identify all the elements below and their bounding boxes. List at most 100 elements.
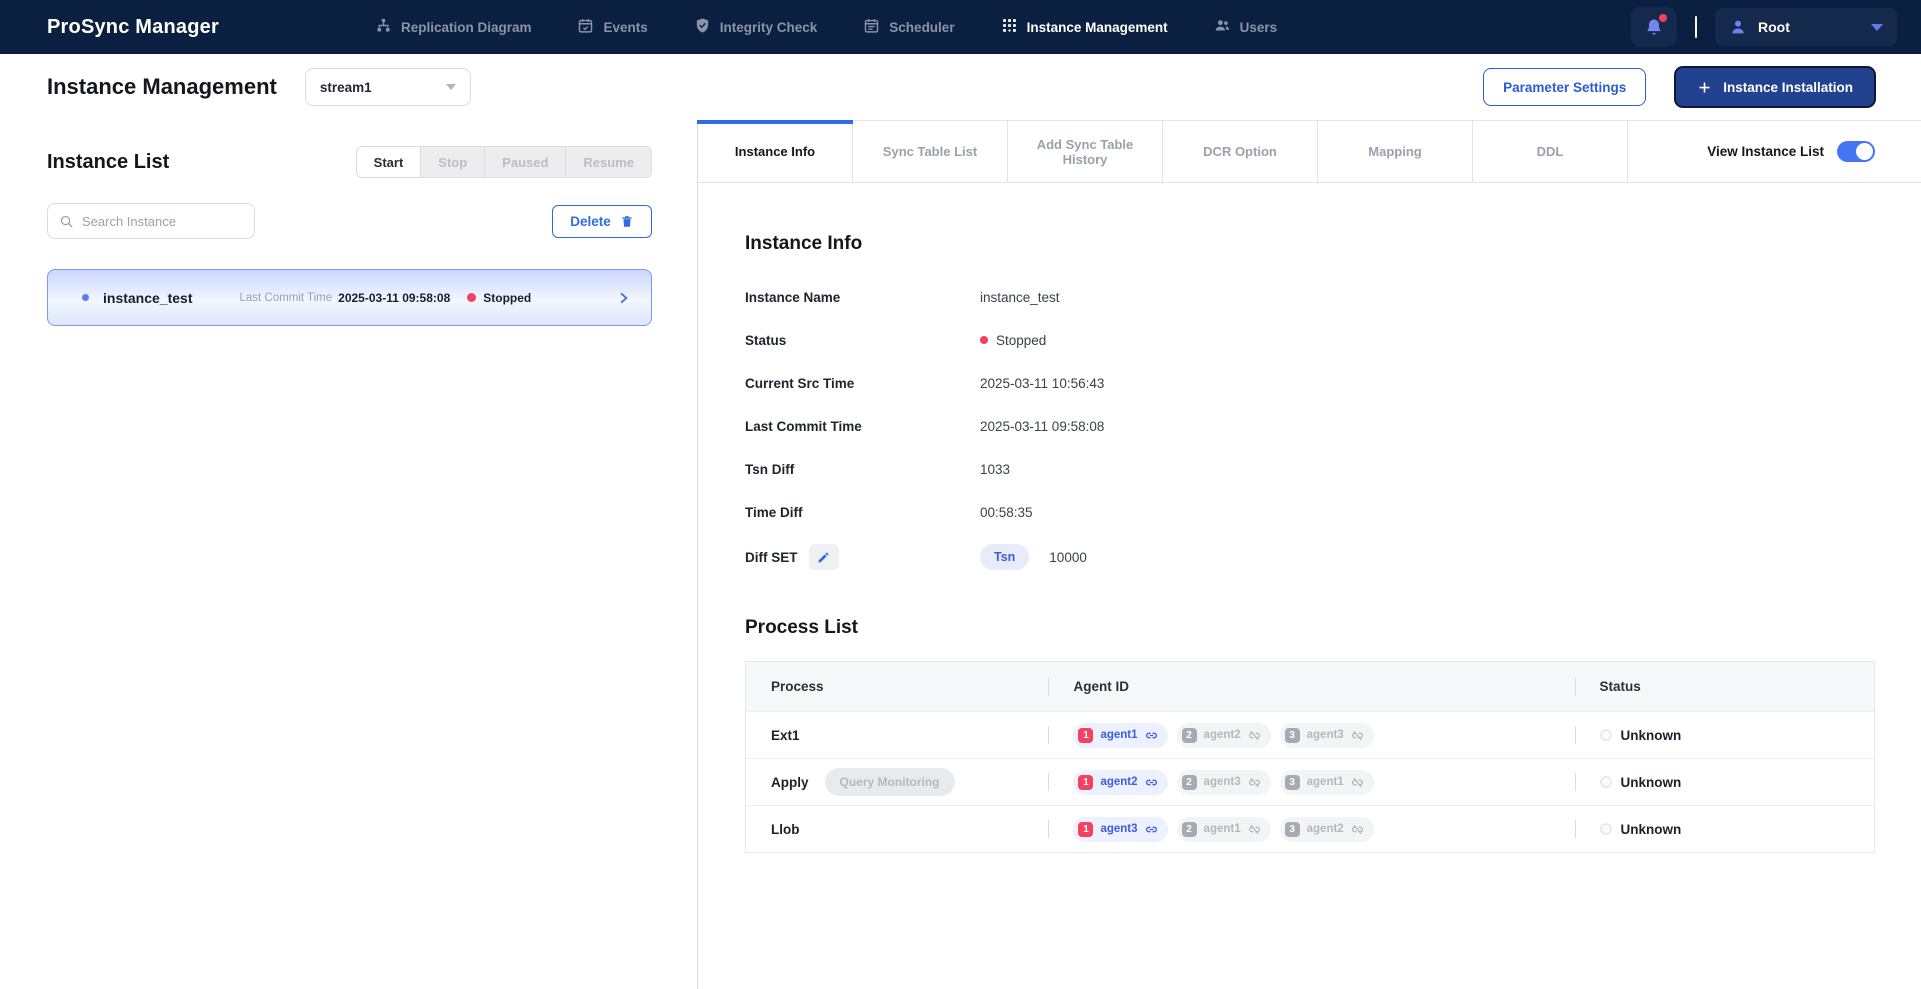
table-row: Llob 1 agent3 2 agent1: [746, 805, 1874, 852]
agent-badge[interactable]: 3 agent3: [1280, 723, 1374, 748]
agent-badge[interactable]: 1 agent3: [1073, 817, 1167, 842]
user-menu[interactable]: Root: [1715, 8, 1897, 46]
view-instance-list-toggle[interactable]: [1837, 141, 1875, 162]
process-status: Unknown: [1621, 822, 1682, 837]
stream-select[interactable]: stream1: [305, 68, 471, 106]
tab-instance-info[interactable]: Instance Info: [698, 121, 853, 182]
calendar-lines-icon: [863, 17, 880, 37]
query-monitoring-button[interactable]: Query Monitoring: [825, 768, 955, 796]
agent-badge[interactable]: 1 agent2: [1073, 770, 1167, 795]
column-header-agent-id: Agent ID: [1073, 679, 1129, 694]
status-dot-icon: [467, 293, 476, 302]
process-list-title: Process List: [745, 617, 1875, 639]
link-off-icon: [1351, 729, 1364, 742]
app-logo: ProSync Manager: [47, 16, 219, 39]
agent-name: agent3: [1204, 776, 1241, 788]
instance-info-title: Instance Info: [745, 233, 1875, 255]
delete-label: Delete: [570, 214, 611, 229]
field-value: 2025-03-11 09:58:08: [980, 419, 1104, 434]
link-off-icon: [1248, 776, 1261, 789]
nav-item-replication-diagram[interactable]: Replication Diagram: [375, 17, 532, 37]
navbar-divider: [1695, 16, 1697, 38]
tab-dcr-option[interactable]: DCR Option: [1163, 121, 1318, 182]
instance-list-panel: Instance List Start Stop Paused Resume D…: [0, 120, 697, 989]
link-icon: [1145, 823, 1158, 836]
top-navbar: ProSync Manager Replication Diagram Even…: [0, 0, 1921, 54]
tab-sync-table-list[interactable]: Sync Table List: [853, 121, 1008, 182]
tab-ddl[interactable]: DDL: [1473, 121, 1628, 182]
paused-button[interactable]: Paused: [485, 146, 566, 178]
nav-item-scheduler[interactable]: Scheduler: [863, 17, 954, 37]
nav-label: Integrity Check: [720, 20, 818, 35]
delete-button[interactable]: Delete: [552, 205, 652, 238]
field-instance-name: Instance Name instance_test: [745, 286, 1875, 308]
page-header: Instance Management stream1 Parameter Se…: [0, 54, 1921, 120]
view-instance-list-label: View Instance List: [1707, 144, 1824, 159]
chevron-right-icon[interactable]: [615, 290, 631, 306]
field-label: Last Commit Time: [745, 419, 980, 434]
search-box: [47, 203, 255, 239]
parameter-settings-button[interactable]: Parameter Settings: [1483, 68, 1646, 106]
resume-button[interactable]: Resume: [566, 146, 652, 178]
process-name: Llob: [771, 822, 800, 837]
nav-label: Scheduler: [889, 20, 954, 35]
field-label: Instance Name: [745, 290, 980, 305]
nav-label: Instance Management: [1027, 20, 1168, 35]
column-header-status: Status: [1600, 679, 1641, 694]
chevron-down-icon: [446, 84, 456, 90]
tab-add-sync-table-history[interactable]: Add Sync Table History: [1008, 121, 1163, 182]
agent-order: 2: [1182, 775, 1197, 790]
instance-list-item[interactable]: instance_test Last Commit Time 2025-03-1…: [47, 269, 652, 326]
hierarchy-icon: [375, 17, 392, 37]
tab-strip: Instance Info Sync Table List Add Sync T…: [698, 120, 1921, 183]
field-label: Current Src Time: [745, 376, 980, 391]
instance-name: instance_test: [103, 290, 192, 306]
nav-item-integrity-check[interactable]: Integrity Check: [694, 17, 818, 37]
notifications-button[interactable]: [1631, 7, 1677, 47]
edit-diff-set-button[interactable]: [809, 544, 839, 570]
start-button[interactable]: Start: [356, 146, 422, 178]
instance-installation-button[interactable]: Instance Installation: [1674, 66, 1876, 108]
agent-badge[interactable]: 3 agent2: [1280, 817, 1374, 842]
nav-label: Replication Diagram: [401, 20, 532, 35]
process-list-section: Process List Process Agent ID Status Ext…: [745, 617, 1875, 853]
instance-installation-label: Instance Installation: [1723, 80, 1853, 95]
link-off-icon: [1351, 776, 1364, 789]
nav-item-users[interactable]: Users: [1214, 17, 1278, 37]
nav-item-events[interactable]: Events: [577, 17, 647, 37]
toggle-knob: [1856, 143, 1873, 160]
main-area: Instance List Start Stop Paused Resume D…: [0, 120, 1921, 989]
instance-status: Stopped: [483, 291, 531, 305]
nav-item-instance-management[interactable]: Instance Management: [1001, 17, 1168, 37]
process-name: Apply: [771, 775, 809, 790]
agent-order: 3: [1285, 822, 1300, 837]
table-row: Apply Query Monitoring 1 agent2 2: [746, 758, 1874, 805]
agent-order: 3: [1285, 728, 1300, 743]
agent-name: agent3: [1100, 823, 1137, 835]
status-circle-icon: [1600, 729, 1612, 741]
field-value: 00:58:35: [980, 505, 1033, 520]
agent-badge[interactable]: 2 agent3: [1177, 770, 1271, 795]
link-icon: [1145, 776, 1158, 789]
agent-name: agent1: [1307, 776, 1344, 788]
field-value: 10000: [1049, 550, 1087, 565]
search-icon: [59, 214, 74, 229]
search-input[interactable]: [82, 214, 243, 229]
agent-order: 1: [1078, 775, 1093, 790]
stop-button[interactable]: Stop: [421, 146, 485, 178]
field-time-diff: Time Diff 00:58:35: [745, 501, 1875, 523]
instance-info-fields: Instance Name instance_test Status Stopp…: [745, 286, 1875, 570]
nav-label: Events: [603, 20, 647, 35]
agent-badge[interactable]: 2 agent2: [1177, 723, 1271, 748]
link-off-icon: [1248, 823, 1261, 836]
tab-mapping[interactable]: Mapping: [1318, 121, 1473, 182]
agent-badge[interactable]: 1 agent1: [1073, 723, 1167, 748]
field-last-commit-time: Last Commit Time 2025-03-11 09:58:08: [745, 415, 1875, 437]
chevron-down-icon: [1871, 24, 1883, 31]
agent-name: agent2: [1100, 776, 1137, 788]
field-label: Diff SET: [745, 550, 798, 565]
trash-icon: [620, 214, 634, 229]
agent-badge[interactable]: 2 agent1: [1177, 817, 1271, 842]
agent-badge[interactable]: 3 agent1: [1280, 770, 1374, 795]
table-row: Ext1 1 agent1 2 agent2: [746, 711, 1874, 758]
